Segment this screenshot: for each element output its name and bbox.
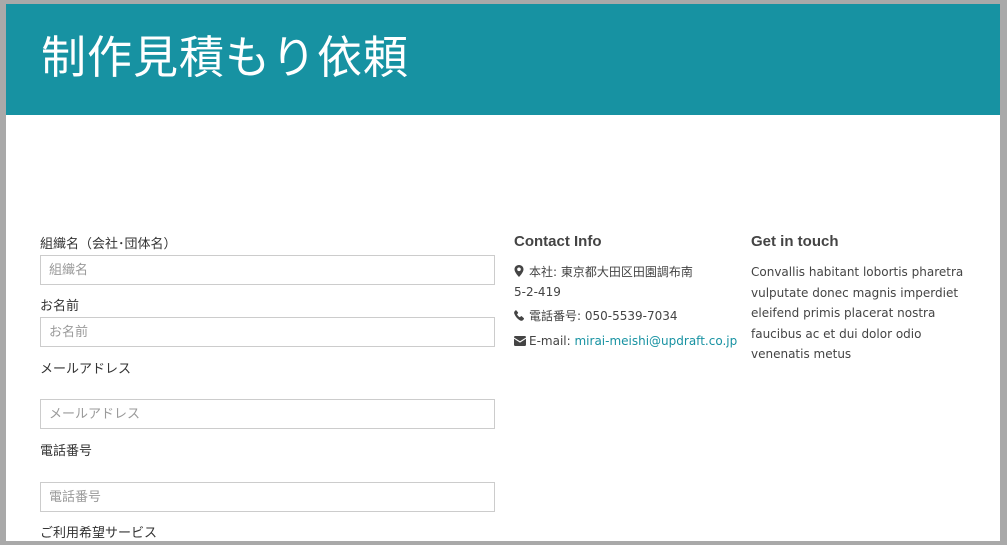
get-in-touch-heading: Get in touch bbox=[751, 233, 839, 250]
phone-line: 電話番号: 050-5539-7034 bbox=[514, 306, 678, 326]
name-label: お名前 bbox=[40, 299, 80, 314]
email-input[interactable] bbox=[40, 399, 495, 429]
get-in-touch-text: Convallis habitant lobortis pharetra vul… bbox=[751, 265, 964, 361]
address-line-2: 5-2-419 bbox=[514, 285, 561, 299]
email-link[interactable]: mirai-meishi@updraft.co.jp bbox=[574, 334, 737, 348]
page-header: 制作見積もり依頼 bbox=[6, 4, 1000, 115]
map-marker-icon bbox=[514, 265, 526, 277]
phone-input[interactable] bbox=[40, 482, 495, 512]
name-input[interactable] bbox=[40, 317, 495, 347]
phone-text: 電話番号: 050-5539-7034 bbox=[529, 309, 678, 323]
contact-info-heading: Contact Info bbox=[514, 233, 602, 250]
envelope-icon bbox=[514, 336, 526, 346]
organization-input[interactable] bbox=[40, 255, 495, 285]
email-line: E-mail: mirai-meishi@updraft.co.jp bbox=[514, 331, 737, 351]
email-prefix: E-mail: bbox=[529, 334, 575, 348]
phone-label: 電話番号 bbox=[40, 444, 93, 459]
email-label: メールアドレス bbox=[40, 362, 132, 377]
address-text: 本社: 東京都大田区田園調布南 bbox=[529, 265, 693, 279]
organization-label: 組織名（会社･団体名） bbox=[40, 237, 177, 252]
page-title: 制作見積もり依頼 bbox=[41, 31, 410, 84]
service-label: ご利用希望サービス bbox=[40, 526, 158, 541]
page-frame: 制作見積もり依頼 組織名（会社･団体名） お名前 メールアドレス 電話番号 ご利… bbox=[6, 4, 1000, 541]
phone-icon bbox=[514, 310, 526, 321]
address-line: 本社: 東京都大田区田園調布南 bbox=[514, 262, 693, 282]
